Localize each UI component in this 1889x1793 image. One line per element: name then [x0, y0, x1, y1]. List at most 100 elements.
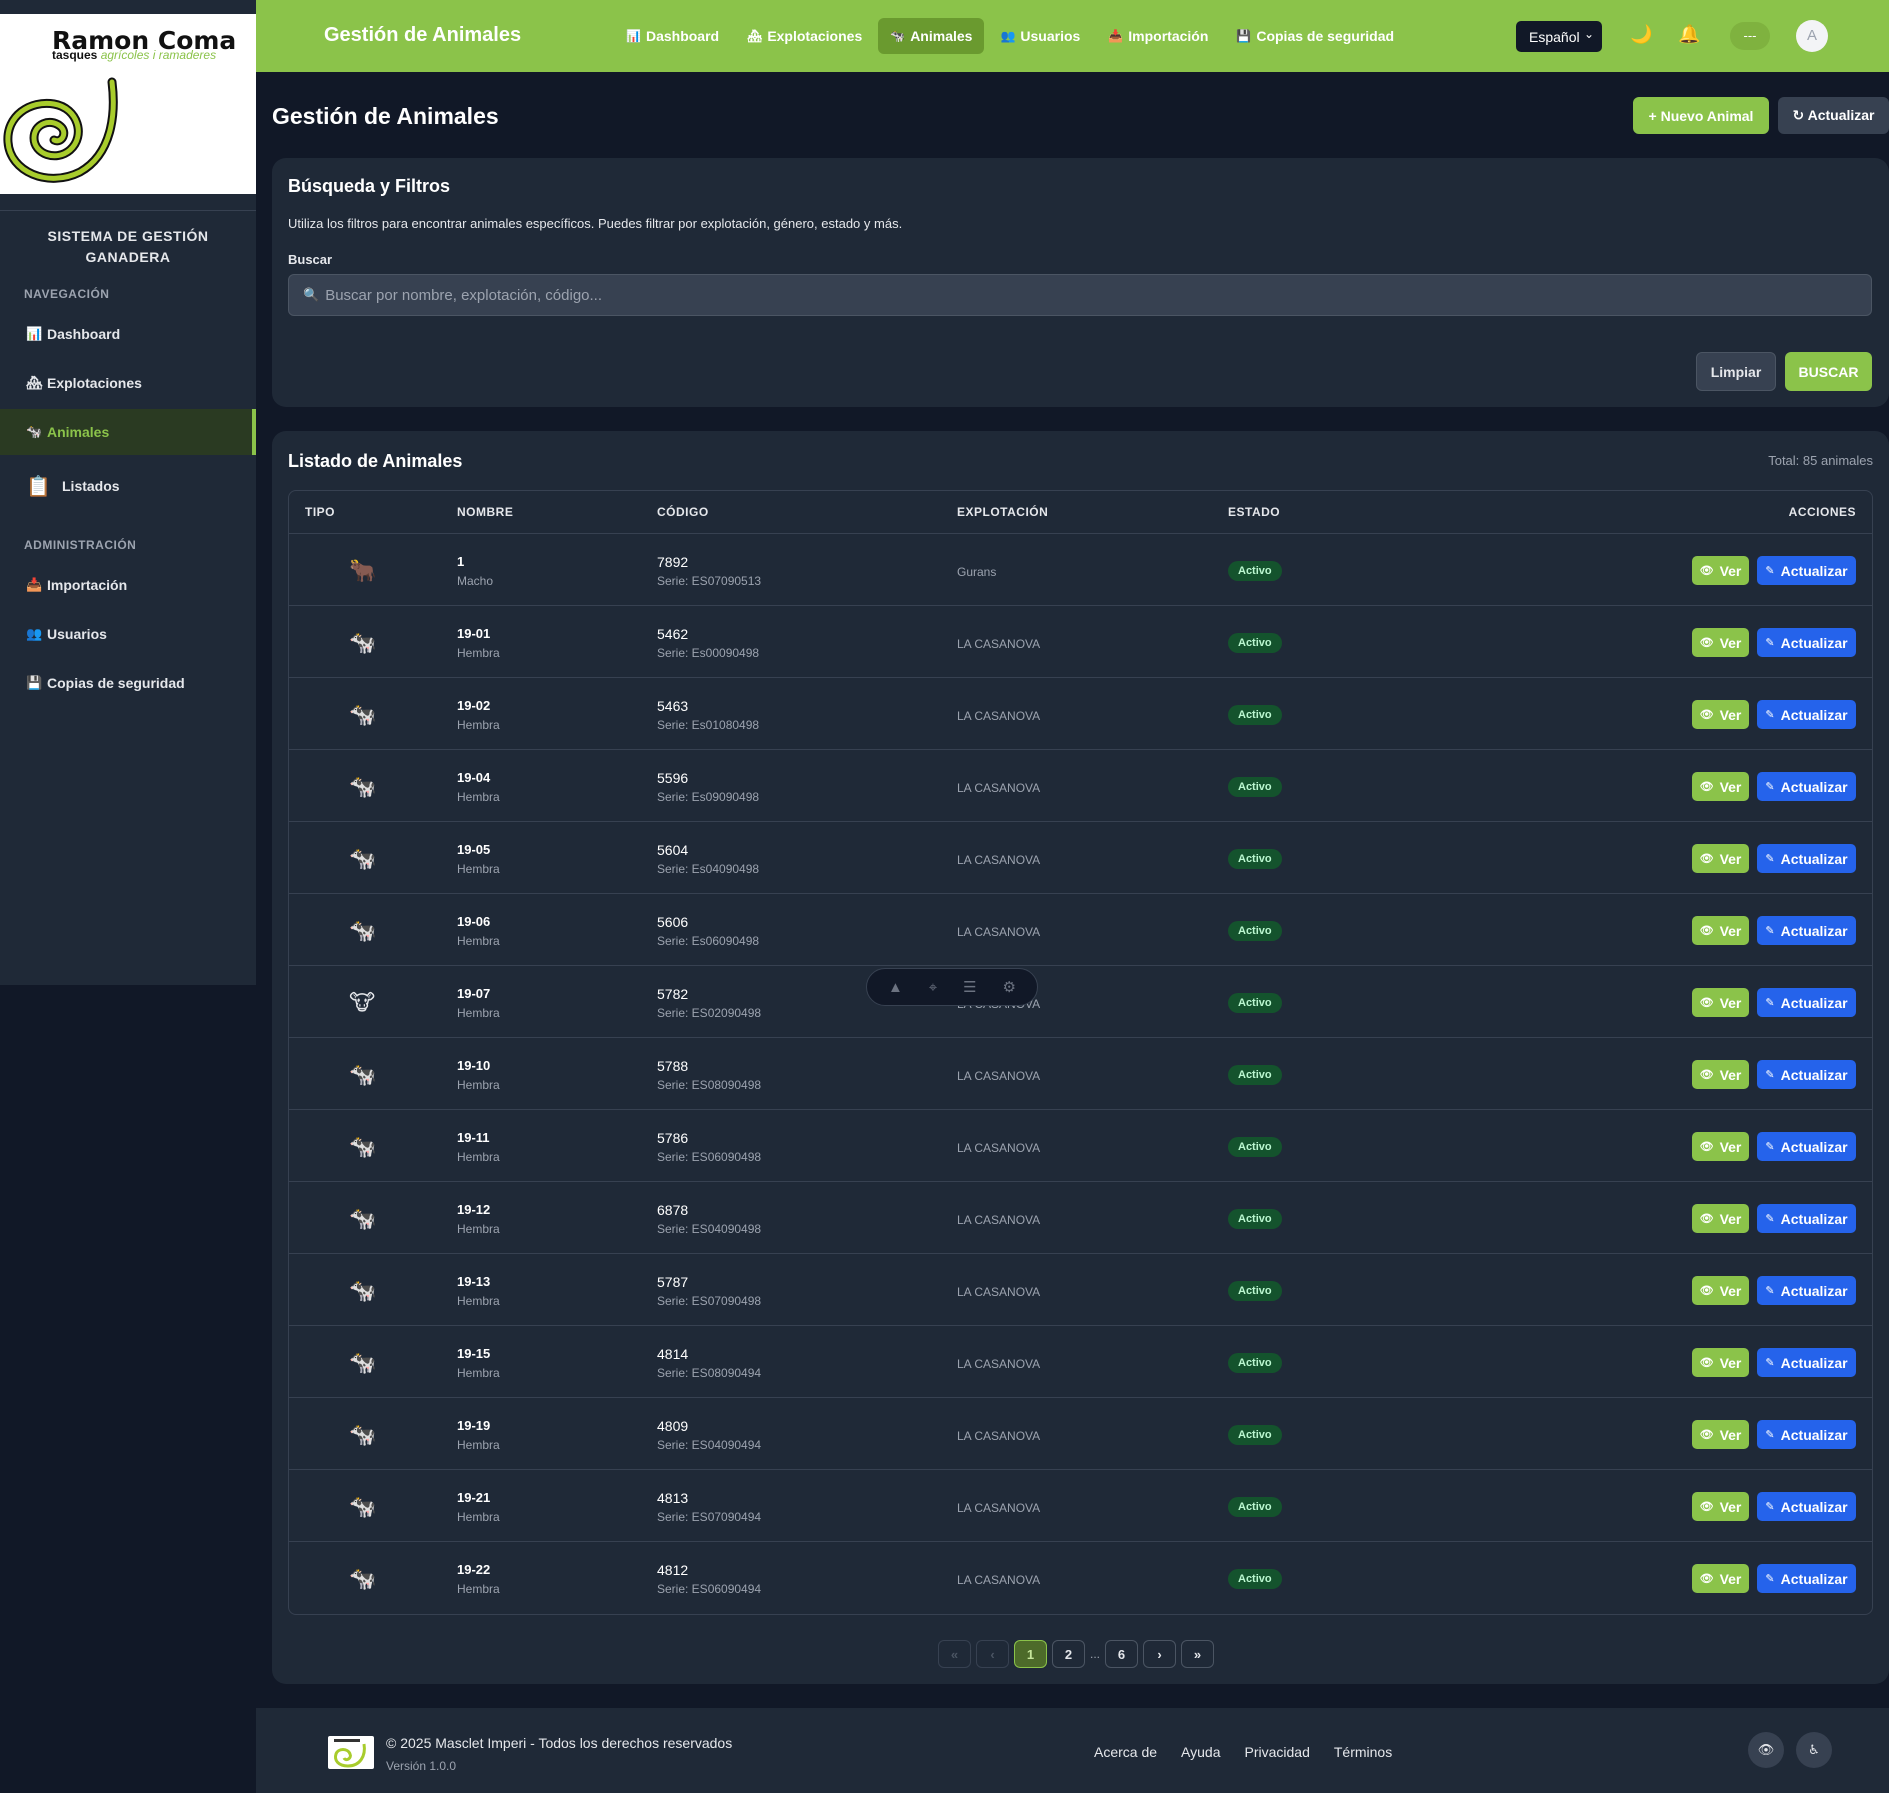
top-nav-explotaciones[interactable]: 🏘 Explotaciones — [735, 18, 874, 54]
sidebar-item-explotaciones[interactable]: 🏘 Explotaciones — [0, 360, 256, 406]
footer-link-terms[interactable]: Términos — [1334, 1744, 1392, 1760]
clear-button[interactable]: Limpiar — [1696, 352, 1776, 391]
sidebar-item-label: Dashboard — [47, 326, 121, 342]
new-animal-button[interactable]: + Nuevo Animal — [1633, 97, 1769, 134]
first-page-button[interactable]: « — [938, 1640, 971, 1668]
view-button[interactable]: 👁 Ver — [1692, 916, 1749, 945]
animal-gender: Hembra — [457, 1222, 500, 1236]
accessibility-icon[interactable]: ♿ — [1796, 1732, 1832, 1768]
sidebar-item-usuarios[interactable]: 👥 Usuarios — [0, 611, 256, 657]
sidebar-item-copias[interactable]: 💾 Copias de seguridad — [0, 660, 256, 706]
table-row: 🐄 19-05 Hembra 5604 Serie: Es04090498 LA CASA… — [289, 822, 1872, 894]
top-nav-importacion[interactable]: 📥 Importación — [1096, 18, 1220, 54]
update-button[interactable]: ✎ Actualizar — [1757, 772, 1856, 801]
view-button[interactable]: 👁 Ver — [1692, 1132, 1749, 1161]
search-label: Buscar — [288, 252, 333, 267]
astro-icon[interactable]: ▲ — [888, 979, 903, 996]
view-button[interactable]: 👁 Ver — [1692, 844, 1749, 873]
sidebar-item-animales[interactable]: 🐄 Animales — [0, 409, 256, 455]
houses-icon: 🏘 — [747, 29, 763, 43]
update-button[interactable]: ✎ Actualizar — [1757, 916, 1856, 945]
gear-icon[interactable]: ⚙ — [1003, 978, 1016, 996]
view-button[interactable]: 👁 Ver — [1692, 628, 1749, 657]
view-button[interactable]: 👁 Ver — [1692, 700, 1749, 729]
nav-section-label: NAVEGACIÓN — [24, 287, 110, 301]
table-row: 🐄 19-04 Hembra 5596 Serie: Es09090498 LA CASA… — [289, 750, 1872, 822]
spiral-logo-icon — [3, 77, 118, 183]
update-button[interactable]: ✎ Actualizar — [1757, 1060, 1856, 1089]
update-button-label: Actualizar — [1780, 1498, 1848, 1515]
refresh-button[interactable]: ↻ Actualizar — [1778, 97, 1889, 134]
view-button-label: Ver — [1719, 562, 1742, 579]
update-button[interactable]: ✎ Actualizar — [1757, 1420, 1856, 1449]
avatar[interactable]: A — [1796, 20, 1828, 52]
view-button-label: Ver — [1719, 1570, 1742, 1587]
search-input[interactable] — [325, 286, 1826, 304]
top-nav-label: Importación — [1128, 28, 1209, 44]
update-button[interactable]: ✎ Actualizar — [1757, 628, 1856, 657]
status-badge: Activo — [1228, 921, 1282, 941]
next-page-button[interactable]: › — [1143, 1640, 1176, 1668]
cow-icon: 🐄 — [26, 424, 43, 439]
status-badge: Activo — [1228, 1137, 1282, 1157]
users-icon: 👥 — [1000, 29, 1016, 43]
list-title: Listado de Animales — [288, 451, 463, 471]
animal-serie: Serie: Es00090498 — [657, 646, 760, 660]
top-nav-dashboard[interactable]: 📊 Dashboard — [614, 18, 731, 54]
update-button[interactable]: ✎ Actualizar — [1757, 700, 1856, 729]
header-name: NOMBRE — [457, 505, 514, 519]
update-button[interactable]: ✎ Actualizar — [1757, 1348, 1856, 1377]
company-logo[interactable]: Ramon Coma tasques agrícoles i ramaderes — [0, 14, 256, 194]
sidebar-item-importacion[interactable]: 📥 Importación — [0, 562, 256, 608]
animal-gender: Hembra — [457, 862, 500, 876]
sidebar-item-dashboard[interactable]: 📊 Dashboard — [0, 311, 256, 357]
prev-page-button[interactable]: ‹ — [976, 1640, 1009, 1668]
view-button[interactable]: 👁 Ver — [1692, 1276, 1749, 1305]
animal-code: 4809 — [657, 1418, 689, 1434]
view-button[interactable]: 👁 Ver — [1692, 1564, 1749, 1593]
status-pill[interactable]: --- — [1730, 22, 1770, 50]
page-2-button[interactable]: 2 — [1052, 1640, 1085, 1668]
update-button[interactable]: ✎ Actualizar — [1757, 844, 1856, 873]
bell-icon[interactable]: 🔔 — [1678, 24, 1700, 45]
footer-version: Versión 1.0.0 — [386, 1759, 457, 1773]
footer-link-about[interactable]: Acerca de — [1094, 1744, 1157, 1760]
language-select[interactable]: Español ⌄ — [1516, 21, 1602, 52]
top-nav-copias[interactable]: 💾 Copias de seguridad — [1224, 18, 1406, 54]
page-1-button[interactable]: 1 — [1014, 1640, 1047, 1668]
view-button[interactable]: 👁 Ver — [1692, 1492, 1749, 1521]
search-button[interactable]: BUSCAR — [1785, 352, 1872, 391]
view-button[interactable]: 👁 Ver — [1692, 1348, 1749, 1377]
update-button-label: Actualizar — [1780, 1570, 1848, 1587]
update-button[interactable]: ✎ Actualizar — [1757, 1276, 1856, 1305]
view-button[interactable]: 👁 Ver — [1692, 988, 1749, 1017]
view-button[interactable]: 👁 Ver — [1692, 1420, 1749, 1449]
update-button[interactable]: ✎ Actualizar — [1757, 1492, 1856, 1521]
cow-icon: 🐄 — [349, 774, 377, 799]
sidebar-item-listados[interactable]: 📋 Listados — [0, 463, 256, 509]
eye-icon[interactable]: 👁 — [1748, 1732, 1784, 1768]
footer-link-privacy[interactable]: Privacidad — [1245, 1744, 1310, 1760]
update-button[interactable]: ✎ Actualizar — [1757, 1132, 1856, 1161]
animal-code: 5788 — [657, 1058, 689, 1074]
moon-icon[interactable]: 🌙 — [1630, 24, 1652, 45]
search-field[interactable]: 🔍 — [288, 274, 1872, 316]
view-button[interactable]: 👁 Ver — [1692, 1204, 1749, 1233]
cursor-select-icon[interactable]: ⌖ — [929, 979, 937, 996]
view-button[interactable]: 👁 Ver — [1692, 556, 1749, 585]
top-nav-animales[interactable]: 🐄 Animales — [878, 18, 985, 54]
footer-link-help[interactable]: Ayuda — [1181, 1744, 1220, 1760]
view-button[interactable]: 👁 Ver — [1692, 1060, 1749, 1089]
last-page-button[interactable]: » — [1181, 1640, 1214, 1668]
top-nav-usuarios[interactable]: 👥 Usuarios — [988, 18, 1092, 54]
eye-icon: 👁 — [1699, 925, 1714, 937]
status-badge: Activo — [1228, 777, 1282, 797]
update-button[interactable]: ✎ Actualizar — [1757, 988, 1856, 1017]
eye-icon: 👁 — [1699, 1429, 1714, 1441]
update-button[interactable]: ✎ Actualizar — [1757, 1204, 1856, 1233]
page-6-button[interactable]: 6 — [1105, 1640, 1138, 1668]
update-button[interactable]: ✎ Actualizar — [1757, 556, 1856, 585]
view-button[interactable]: 👁 Ver — [1692, 772, 1749, 801]
audit-icon[interactable]: ☰ — [963, 978, 976, 996]
update-button[interactable]: ✎ Actualizar — [1757, 1564, 1856, 1593]
